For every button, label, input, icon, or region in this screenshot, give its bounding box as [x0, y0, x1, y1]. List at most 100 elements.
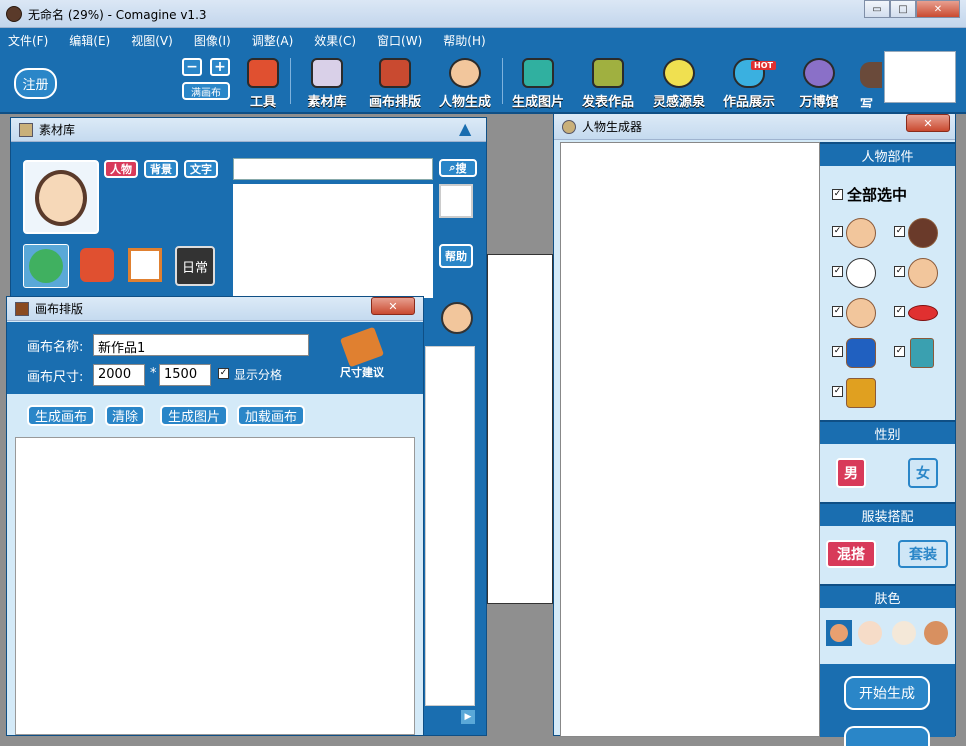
outfit-set-button[interactable]: 套装 — [898, 540, 948, 568]
register-button[interactable]: 注册 — [14, 68, 57, 99]
generate-canvas-button[interactable]: 生成画布 — [27, 405, 95, 426]
help-button[interactable]: 帮助 — [439, 244, 473, 268]
eye-part-icon[interactable] — [846, 258, 876, 288]
pants-icon[interactable] — [910, 338, 934, 368]
collapse-arrow-icon[interactable]: ▲ — [459, 121, 477, 138]
character-generator-titlebar: 人物生成器 — [554, 114, 955, 140]
tool-write[interactable]: 写 — [860, 62, 884, 108]
window-title: 无命名 (29%) - Comagine v1.3 — [28, 8, 207, 22]
part-pants-checkbox[interactable]: ✓ — [894, 346, 905, 357]
part-shoes-checkbox[interactable]: ✓ — [832, 386, 843, 397]
menu-view[interactable]: 视图(V) — [131, 32, 173, 49]
tag-text[interactable]: 文字 — [184, 160, 218, 178]
menu-adjust[interactable]: 调整(A) — [252, 32, 294, 49]
outfit-mix-button[interactable]: 混搭 — [826, 540, 876, 568]
tool-inspiration[interactable]: 灵感源泉 — [646, 56, 712, 110]
gender-male-button[interactable]: 男 — [836, 458, 866, 488]
category-daily[interactable]: 日常 — [175, 246, 215, 286]
tool-material-library[interactable]: 素材库 — [294, 56, 360, 110]
menu-image[interactable]: 图像(I) — [194, 32, 231, 49]
shirt-icon[interactable] — [846, 338, 876, 368]
tool-generate-image[interactable]: 生成图片 — [505, 56, 571, 110]
nose-icon[interactable] — [846, 298, 876, 328]
character-avatar[interactable] — [23, 160, 99, 234]
menu-help[interactable]: 帮助(H) — [443, 32, 485, 49]
maximize-button[interactable]: □ — [890, 0, 916, 18]
smiley-icon[interactable] — [441, 302, 473, 334]
hair-icon[interactable] — [908, 218, 938, 248]
part-eyes-checkbox[interactable]: ✓ — [832, 266, 843, 277]
secondary-button[interactable] — [844, 726, 930, 746]
pencil-ruler-icon — [247, 58, 279, 88]
menu-file[interactable]: 文件(F) — [8, 32, 48, 49]
select-all-checkbox[interactable]: ✓ — [832, 189, 843, 200]
size-suggest-button[interactable]: 尺寸建议 — [337, 326, 387, 384]
tool-label: 万博馆 — [799, 95, 839, 110]
skin-color-2[interactable] — [858, 621, 882, 645]
close-button[interactable]: ✕ — [916, 0, 960, 18]
load-canvas-button[interactable]: 加载画布 — [237, 405, 305, 426]
gender-section: 性别 男 女 — [820, 420, 955, 502]
part-brows-checkbox[interactable]: ✓ — [894, 266, 905, 277]
tag-people[interactable]: 人物 — [104, 160, 138, 178]
boot-icon[interactable] — [846, 378, 876, 408]
eyebrow-icon[interactable] — [908, 258, 938, 288]
tool-expo[interactable]: 万博馆 — [786, 56, 852, 110]
gender-header: 性别 — [820, 420, 955, 444]
category-boy[interactable] — [23, 244, 69, 288]
face-icon[interactable] — [846, 218, 876, 248]
tool-publish[interactable]: 发表作品 — [575, 56, 641, 110]
times-sign: * — [150, 366, 157, 381]
clear-button[interactable]: 清除 — [105, 405, 145, 426]
menu-edit[interactable]: 编辑(E) — [69, 32, 110, 49]
canvas-preview[interactable] — [15, 437, 415, 735]
canvas-width-input[interactable]: 2000 — [93, 364, 145, 386]
fill-canvas-button[interactable]: 满画布 — [182, 82, 230, 100]
canvas-name-input[interactable]: 新作品1 — [93, 334, 309, 356]
skin-color-4[interactable] — [924, 621, 948, 645]
tag-background[interactable]: 背景 — [144, 160, 178, 178]
zoom-out-button[interactable]: − — [182, 58, 202, 76]
menu-window[interactable]: 窗口(W) — [377, 32, 422, 49]
canvas-height-input[interactable]: 1500 — [159, 364, 211, 386]
part-nose-checkbox[interactable]: ✓ — [832, 306, 843, 317]
part-face-checkbox[interactable]: ✓ — [832, 226, 843, 237]
monster-icon — [803, 58, 835, 88]
tool-character-generator[interactable]: 人物生成 — [432, 56, 498, 110]
skin-color-3[interactable] — [892, 621, 916, 645]
minimize-button[interactable]: ▭ — [864, 0, 890, 18]
shirt-icon — [80, 248, 114, 282]
panel-close-button[interactable]: ✕ — [906, 114, 950, 132]
material-grid[interactable] — [425, 346, 475, 706]
gender-female-button[interactable]: 女 — [908, 458, 938, 488]
panel-close-button[interactable]: ✕ — [371, 297, 415, 315]
next-page-icon[interactable]: ▶ — [461, 710, 475, 724]
work-canvas[interactable] — [487, 254, 553, 604]
show-grid-checkbox[interactable]: ✓ — [218, 368, 229, 379]
tool-label: 作品展示 — [722, 95, 775, 110]
category-house[interactable] — [123, 244, 167, 288]
lightbulb-icon — [663, 58, 695, 88]
color-grid-icon[interactable] — [439, 184, 473, 218]
search-button[interactable]: ⌕ 搜 — [439, 159, 477, 177]
canvas-name-label: 画布名称: — [27, 340, 84, 355]
zoom-in-button[interactable]: + — [210, 58, 230, 76]
select-all-row[interactable]: ✓ 全部选中 — [832, 184, 907, 205]
generate-image-button[interactable]: 生成图片 — [160, 405, 228, 426]
menu-effect[interactable]: 效果(C) — [314, 32, 356, 49]
part-top-checkbox[interactable]: ✓ — [832, 346, 843, 357]
part-hair-checkbox[interactable]: ✓ — [894, 226, 905, 237]
tool-label: 生成图片 — [511, 95, 564, 110]
tool-tools[interactable]: 工具 — [230, 56, 296, 110]
skin-color-1[interactable] — [826, 620, 852, 646]
search-input[interactable] — [233, 158, 433, 180]
start-generate-button[interactable]: 开始生成 — [844, 676, 930, 710]
material-list[interactable] — [233, 184, 433, 298]
tool-canvas-layout[interactable]: 画布排版 — [362, 56, 428, 110]
tool-label: 人物生成 — [438, 95, 491, 110]
part-mouth-checkbox[interactable]: ✓ — [894, 306, 905, 317]
material-library-titlebar: 素材库 — [11, 118, 486, 142]
category-clothing[interactable] — [75, 244, 119, 288]
lips-icon[interactable] — [908, 305, 938, 321]
character-preview[interactable] — [560, 142, 820, 737]
